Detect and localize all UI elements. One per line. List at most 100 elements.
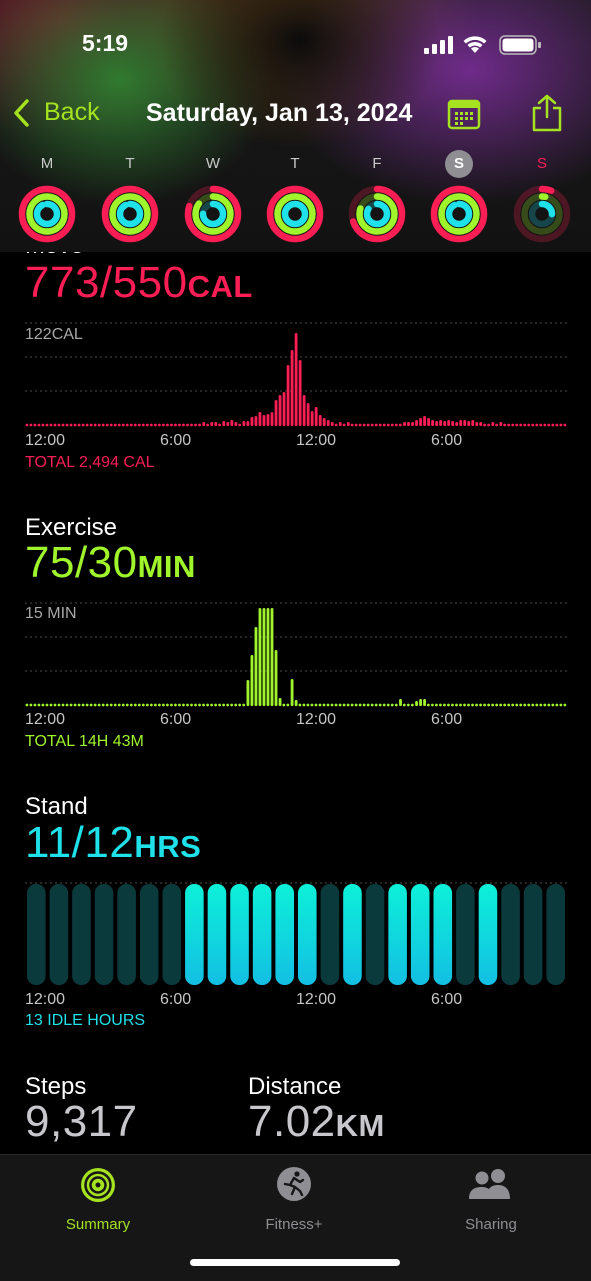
- chart-bar: [254, 627, 258, 706]
- chart-baseline-dot: [105, 703, 109, 707]
- chart-baseline-dot: [77, 423, 81, 427]
- chart-baseline-dot: [145, 703, 149, 707]
- stand-hour-bar: [162, 884, 182, 985]
- chart-baseline-dot: [162, 423, 165, 427]
- tab-fitness-plus-label: Fitness+: [265, 1216, 323, 1233]
- chart-baseline-dot: [326, 703, 330, 707]
- chart-baseline-dot: [366, 423, 370, 427]
- chart-baseline-dot: [507, 423, 511, 427]
- chart-baseline-dot: [85, 423, 89, 427]
- chart-baseline-dot: [306, 703, 310, 707]
- chart-baseline-dot: [89, 423, 93, 427]
- stand-value-number: 11/12: [25, 818, 135, 867]
- move-axis-label-3: 6:00: [431, 432, 463, 449]
- day-rings-1[interactable]: [99, 183, 161, 245]
- chart-baseline-dot: [45, 703, 49, 707]
- chart-bar: [274, 650, 278, 706]
- chart-baseline-dot: [338, 703, 342, 707]
- chart-baseline-dot: [41, 423, 45, 427]
- chart-baseline-dot: [69, 703, 73, 707]
- day-letter-5: S: [445, 150, 473, 178]
- chart-bar: [330, 422, 334, 426]
- chart-baseline-dot: [543, 423, 547, 427]
- chart-baseline-dot: [141, 423, 145, 427]
- stand-hour-bar: [49, 884, 69, 985]
- chart-baseline-dot: [495, 703, 499, 707]
- day-3-stand-ring: [281, 200, 309, 228]
- chart-baseline-dot: [443, 703, 446, 707]
- stand-axis-label-2: 12:00: [296, 991, 337, 1008]
- chart-baseline-dot: [153, 703, 157, 707]
- chart-baseline-dot: [81, 703, 85, 707]
- day-rings-0[interactable]: [16, 183, 78, 245]
- tab-sharing-label: Sharing: [465, 1216, 517, 1233]
- chart-baseline-dot: [174, 703, 177, 707]
- chart-baseline-dot: [523, 423, 527, 427]
- chart-baseline-dot: [222, 703, 226, 707]
- stand-hour-bar: [207, 884, 227, 985]
- day-rings-2[interactable]: [182, 183, 244, 245]
- tab-sharing[interactable]: Sharing: [421, 1163, 561, 1243]
- chart-baseline-dot: [218, 423, 222, 427]
- chart-baseline-dot: [386, 423, 390, 427]
- chart-bar: [419, 418, 422, 426]
- chart-bar: [234, 422, 238, 426]
- chart-bar: [214, 422, 218, 426]
- chart-baseline-dot: [198, 703, 201, 707]
- chart-baseline-dot: [535, 703, 539, 707]
- chart-baseline-dot: [234, 703, 238, 707]
- chart-baseline-dot: [129, 423, 133, 427]
- chart-baseline-dot: [125, 703, 129, 707]
- day-0-stand-ring: [33, 200, 61, 228]
- chart-baseline-dot: [73, 703, 77, 707]
- chart-baseline-dot: [559, 423, 563, 427]
- exercise-value-number: 75/30: [25, 538, 138, 587]
- exercise-axis-label-2: 12:00: [296, 711, 337, 728]
- calendar-button[interactable]: [447, 98, 481, 135]
- wifi-icon: [461, 33, 489, 60]
- chart-baseline-dot: [37, 703, 41, 707]
- status-time: 5:19: [82, 30, 129, 56]
- chart-baseline-dot: [539, 423, 543, 427]
- activity-rings-icon: [81, 1168, 115, 1202]
- chart-baseline-dot: [298, 703, 302, 707]
- stand-hour-bar: [501, 884, 520, 985]
- move-axis-label-2: 12:00: [296, 432, 337, 449]
- day-rings-3[interactable]: [264, 183, 326, 245]
- stand-hour-bar: [252, 884, 272, 985]
- chart-baseline-dot: [202, 703, 205, 707]
- chart-baseline-dot: [386, 703, 390, 707]
- chart-baseline-dot: [33, 423, 37, 427]
- stand-value-unit: HRS: [134, 829, 202, 864]
- chart-baseline-dot: [73, 423, 77, 427]
- day-rings-6[interactable]: [511, 183, 573, 245]
- chart-baseline-dot: [170, 423, 173, 427]
- chart-baseline-dot: [218, 703, 222, 707]
- exercise-axis-label-3: 6:00: [431, 711, 463, 728]
- chart-baseline-dot: [53, 703, 57, 707]
- day-rings-5[interactable]: [428, 183, 490, 245]
- chart-bar: [302, 395, 306, 426]
- day-letter-1: T: [125, 155, 135, 172]
- exercise-total: TOTAL 14H 43M: [25, 733, 144, 750]
- day-rings-4[interactable]: [346, 183, 408, 245]
- tab-fitness-plus[interactable]: Fitness+: [224, 1163, 364, 1243]
- chart-baseline-dot: [57, 703, 61, 707]
- chart-baseline-dot: [402, 703, 406, 707]
- chart-baseline-dot: [238, 703, 242, 707]
- stand-total: 13 IDLE HOURS: [25, 1012, 146, 1029]
- chart-bar: [246, 680, 250, 706]
- stand-hour-bar: [72, 884, 91, 985]
- chart-baseline-dot: [491, 703, 495, 707]
- chart-bar: [298, 360, 302, 426]
- chart-bar: [262, 415, 266, 426]
- stand-hour-bar: [139, 884, 159, 985]
- tab-summary[interactable]: Summary: [28, 1163, 168, 1243]
- share-button[interactable]: [530, 93, 564, 138]
- chart-bar: [222, 421, 226, 426]
- chart-bar: [471, 420, 475, 426]
- chart-baseline-dot: [190, 703, 193, 707]
- stand-hour-bar: [410, 884, 430, 985]
- distance-value: 7.02KM: [248, 1097, 385, 1147]
- chart-bar: [258, 608, 262, 706]
